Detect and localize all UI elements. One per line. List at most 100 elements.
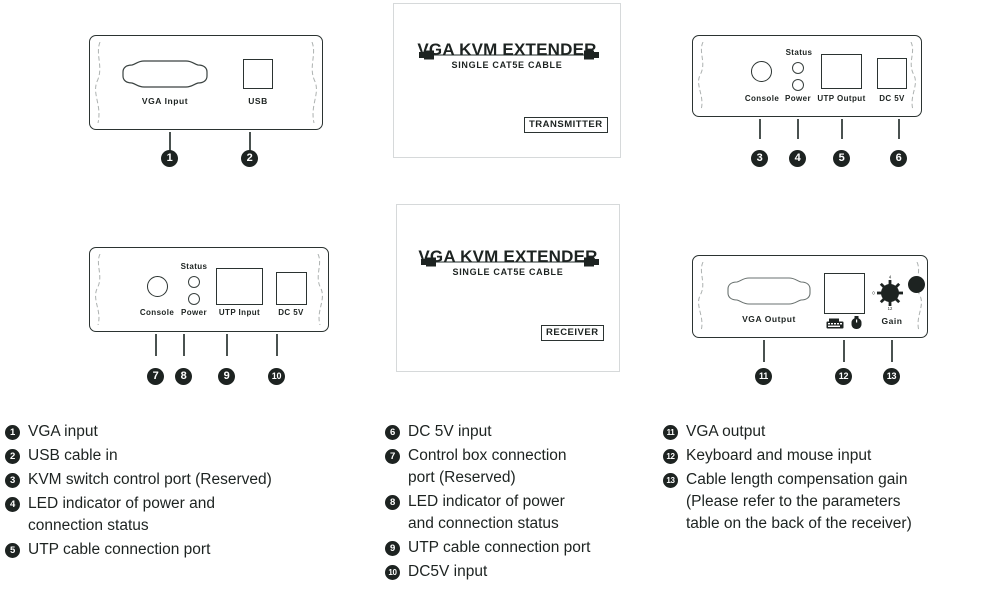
product-subtitle: SINGLE CAT5E CABLE bbox=[452, 267, 564, 277]
leader-line-10 bbox=[276, 334, 278, 356]
legend-badge: 5 bbox=[5, 543, 20, 558]
callout-badge-2: 2 bbox=[241, 150, 258, 167]
receiver-tag: RECEIVER bbox=[541, 325, 604, 341]
legend-item: 3 KVM switch control port (Reserved) bbox=[5, 469, 380, 491]
callout-badge-10: 10 bbox=[268, 368, 285, 385]
legend-label: LED indicator of power and connection st… bbox=[408, 493, 565, 532]
status-led-bottom bbox=[792, 79, 804, 91]
legend-label: KVM switch control port (Reserved) bbox=[28, 471, 272, 488]
dc5v-port bbox=[276, 272, 307, 305]
leader-line-7 bbox=[155, 334, 157, 356]
callout-badge-8: 8 bbox=[175, 368, 192, 385]
legend-badge: 11 bbox=[663, 425, 678, 440]
status-led-top bbox=[792, 62, 804, 74]
product-subtitle: SINGLE CAT5E CABLE bbox=[451, 60, 563, 70]
legend-item: 1 VGA input bbox=[5, 421, 380, 443]
vga-input-port bbox=[122, 59, 208, 89]
legend-label: DC5V input bbox=[408, 563, 488, 580]
gain-knob[interactable]: 4 12 0 bbox=[871, 273, 909, 311]
leader-line-11 bbox=[763, 340, 765, 362]
legend-badge: 2 bbox=[5, 449, 20, 464]
usb-label: USB bbox=[248, 96, 268, 106]
legend-item: 7 Control box connection port (Reserved) bbox=[385, 445, 670, 489]
legend-badge: 3 bbox=[5, 473, 20, 488]
callout-badge-7: 7 bbox=[147, 368, 164, 385]
legend-item: 11 VGA output bbox=[663, 421, 1000, 443]
legend-badge: 8 bbox=[385, 495, 400, 510]
legend-column-1: 1 VGA input 2 USB cable in 3 KVM switch … bbox=[5, 421, 380, 563]
panel-break-edge-left bbox=[94, 42, 104, 123]
vga-output-port bbox=[727, 276, 811, 306]
dc5v-label: DC 5V bbox=[278, 308, 304, 317]
callout-badge-3: 3 bbox=[751, 150, 768, 167]
legend-item: 5 UTP cable connection port bbox=[5, 539, 380, 561]
status-led-top bbox=[188, 276, 200, 288]
svg-text:0: 0 bbox=[872, 291, 875, 296]
vga-output-label: VGA Output bbox=[742, 314, 796, 324]
leader-line-6 bbox=[898, 119, 900, 139]
mouse-icon bbox=[851, 316, 862, 329]
legend-column-3: 11 VGA output 12 Keyboard and mouse inpu… bbox=[663, 421, 1000, 537]
legend-badge: 13 bbox=[663, 473, 678, 488]
gain-label: Gain bbox=[881, 316, 903, 326]
transmitter-tag: TRANSMITTER bbox=[524, 117, 608, 133]
legend-label: UTP cable connection port bbox=[408, 539, 591, 556]
legend-item: 8 LED indicator of power and connection … bbox=[385, 491, 670, 535]
leader-line-5 bbox=[841, 119, 843, 139]
legend-label: Control box connection port (Reserved) bbox=[408, 447, 567, 486]
legend-badge: 9 bbox=[385, 541, 400, 556]
leader-line-8 bbox=[183, 334, 185, 356]
callout-badge-11: 11 bbox=[755, 368, 772, 385]
panel-break-edge-right bbox=[308, 42, 318, 123]
receiver-product-box: VGA KVM EXTENDER SINGLE CAT5E CABLE RECE… bbox=[396, 204, 620, 372]
legend-badge: 12 bbox=[663, 449, 678, 464]
legend-badge: 6 bbox=[385, 425, 400, 440]
legend-label: USB cable in bbox=[28, 447, 118, 464]
keyboard-mouse-icons bbox=[826, 316, 862, 329]
panel-break-edge-left bbox=[94, 254, 104, 325]
legend-badge: 7 bbox=[385, 449, 400, 464]
utp-input-label: UTP Input bbox=[218, 308, 261, 317]
status-label: Status bbox=[785, 48, 813, 57]
console-port bbox=[751, 61, 772, 82]
legend-label: Cable length compensation gain (Please r… bbox=[686, 471, 912, 532]
transmitter-product-box: VGA KVM EXTENDER SINGLE CAT5E CABLE TRAN… bbox=[393, 3, 621, 158]
vga-input-label: VGA Input bbox=[141, 96, 189, 106]
panel-break-edge-left bbox=[697, 42, 707, 110]
callout-badge-6: 6 bbox=[890, 150, 907, 167]
leader-line-1 bbox=[169, 132, 171, 152]
product-title: VGA KVM EXTENDER bbox=[418, 247, 598, 266]
callout-badge-1: 1 bbox=[161, 150, 178, 167]
status-led-bottom bbox=[188, 293, 200, 305]
transmitter-front-panel: VGA Input USB bbox=[89, 35, 323, 130]
legend-badge: 10 bbox=[385, 565, 400, 580]
legend-label: VGA output bbox=[686, 423, 766, 440]
keyboard-icon bbox=[826, 318, 844, 329]
utp-output-port bbox=[821, 54, 862, 89]
legend-item: 2 USB cable in bbox=[5, 445, 380, 467]
status-label: Status bbox=[180, 262, 208, 271]
callout-badge-13: 13 bbox=[883, 368, 900, 385]
callout-badge-5: 5 bbox=[833, 150, 850, 167]
transmitter-rear-panel: Console Status Power UTP Output DC 5V bbox=[692, 35, 922, 117]
legend-item: 4 LED indicator of power and connection … bbox=[5, 493, 380, 537]
leader-line-3 bbox=[759, 119, 761, 139]
leader-line-12 bbox=[843, 340, 845, 362]
legend-item: 13 Cable length compensation gain (Pleas… bbox=[663, 469, 1000, 535]
utp-input-port bbox=[216, 268, 263, 305]
legend-item: 9 UTP cable connection port bbox=[385, 537, 670, 559]
legend-item: 12 Keyboard and mouse input bbox=[663, 445, 1000, 467]
legend-label: Keyboard and mouse input bbox=[686, 447, 872, 464]
receiver-rear-panel: Console Status Power UTP Input DC 5V bbox=[89, 247, 329, 332]
legend-column-2: 6 DC 5V input 7 Control box connection p… bbox=[385, 421, 670, 585]
console-port bbox=[147, 276, 168, 297]
leader-line-13 bbox=[891, 340, 893, 362]
leader-line-4 bbox=[797, 119, 799, 139]
leader-line-9 bbox=[226, 334, 228, 356]
gain-knob-indicator-dot bbox=[908, 276, 925, 293]
legend-label: UTP cable connection port bbox=[28, 541, 211, 558]
callout-badge-4: 4 bbox=[789, 150, 806, 167]
receiver-front-panel: VGA Output 4 12 0 Gain bbox=[692, 255, 928, 338]
panel-break-edge-left bbox=[697, 262, 707, 331]
legend-label: DC 5V input bbox=[408, 423, 492, 440]
